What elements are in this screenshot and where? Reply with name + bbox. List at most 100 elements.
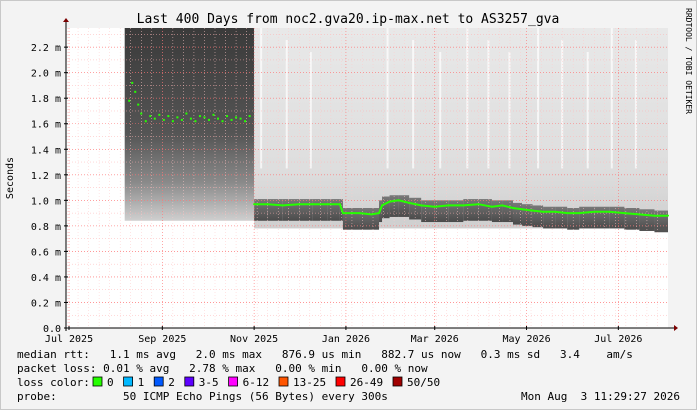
loss-color-label: 3-5 [199,376,219,389]
median-point [140,112,143,115]
loss-color-label: 2 [168,376,175,389]
smoke-band-median [327,199,340,221]
y-tick-label: 1.0 m [31,196,61,207]
smoke-band-median [624,208,640,230]
y-tick-label: 0.6 m [31,247,61,258]
median-point [462,204,465,207]
smoke-band-median [491,200,503,223]
smoke-band-median [434,200,449,223]
x-tick-labels: Jul 2025 Sep 2025 Nov 2025 Jan 2026 Mar 2026… [45,334,642,345]
y-tick-label: 1.4 m [31,145,61,156]
y-tick-label: 2.2 m [31,43,61,54]
loss-color-swatch [92,376,103,387]
median-point [341,212,344,215]
median-point [667,214,669,217]
loss-color-swatches: 0 1 2 3-5 6-12 13-25 26-49 50/50 [92,376,440,389]
median-point [235,116,238,119]
median-point [578,212,581,215]
smoke-band-median [522,204,533,226]
median-point [638,213,641,216]
median-point [378,212,381,215]
y-tick-label: 1.2 m [31,171,61,182]
median-point [490,205,493,208]
median-point [311,203,314,206]
median-point [531,209,534,212]
legend-timestamp: Mon Aug 3 11:29:27 2026 [521,390,680,403]
median-point [370,213,373,216]
smoke-band-median [502,200,513,223]
y-tick-label: 0.4 m [31,273,61,284]
legend-median-rtt: median rtt: 1.1 ms avg 2.0 ms max 876.9 … [17,348,633,361]
median-point [281,204,284,207]
smoke-band-median [463,199,479,221]
smoke-band-median [254,199,268,221]
median-point [447,204,450,207]
median-point [171,120,174,123]
smoke-band-median [448,200,464,223]
median-point [167,115,170,118]
median-point [217,117,220,120]
smoke-streak [439,52,442,169]
chart-title: Last 400 Days from noc2.gva20.ip-max.net… [137,12,560,27]
y-tick-label: 0.8 m [31,222,61,233]
y-axis-label: Seconds [5,157,16,199]
median-point [653,214,656,217]
median-point [338,203,341,206]
smoke-band-median [543,206,556,229]
smoke-band-light [254,28,668,229]
median-point [149,115,152,118]
median-point [134,90,137,93]
median-point [185,112,188,115]
y-tick-label: 1.6 m [31,120,61,131]
median-point [158,113,161,116]
median-point [176,116,179,119]
loss-color-label: 50/50 [407,376,440,389]
rrdtool-watermark: RRDTOOL / TOBI OETIKER [684,8,693,114]
median-point [128,99,131,102]
x-axis-arrow [674,325,678,331]
x-tick-label: Mar 2026 [411,334,459,345]
median-point [566,212,569,215]
median-point [408,201,411,204]
median-point [358,212,361,215]
smoke-band-median [359,208,372,230]
median-point [433,205,436,208]
smoke-band-median [299,199,313,221]
median-point [203,116,206,119]
smoke-band-median [609,206,625,229]
median-point [153,117,156,120]
y-axis-arrow [63,18,69,22]
loss-color-label: 1 [138,376,145,389]
smoke-band-median [382,196,390,219]
legend-packet-loss: packet loss: 0.01 % avg 2.78 % max 0.00 … [17,362,428,375]
median-point [623,212,626,215]
smoke-band-median [398,195,410,217]
median-point [397,199,400,202]
median-point [477,203,480,206]
y-tick-label: 2.0 m [31,69,61,80]
median-point [144,120,147,123]
smoke-band-median [555,206,568,229]
x-tick-label: Sep 2025 [138,334,186,345]
median-point [266,203,269,206]
x-tick-label: Nov 2025 [230,334,278,345]
smokeping-chart: Last 400 Days from noc2.gva20.ip-max.net… [5,8,693,403]
loss-color-label: 13-25 [293,376,326,389]
smoke-band-median [282,199,300,221]
smoke-band-median [267,199,283,221]
median-point [239,117,242,120]
loss-color-swatch [278,376,289,387]
median-point [212,113,215,116]
x-tick-label: May 2026 [502,334,550,345]
median-point [326,203,329,206]
x-tick-label: Jan 2026 [322,334,370,345]
smoke-band-median [421,200,435,223]
median-point [198,115,201,118]
smoke-band-median [389,195,399,217]
loss-color-swatch [123,376,133,387]
loss-color-label: 6-12 [243,376,270,389]
smoke-streak [508,52,511,169]
smoke-streak [586,52,589,169]
median-point [189,117,192,120]
median-point [554,210,557,213]
